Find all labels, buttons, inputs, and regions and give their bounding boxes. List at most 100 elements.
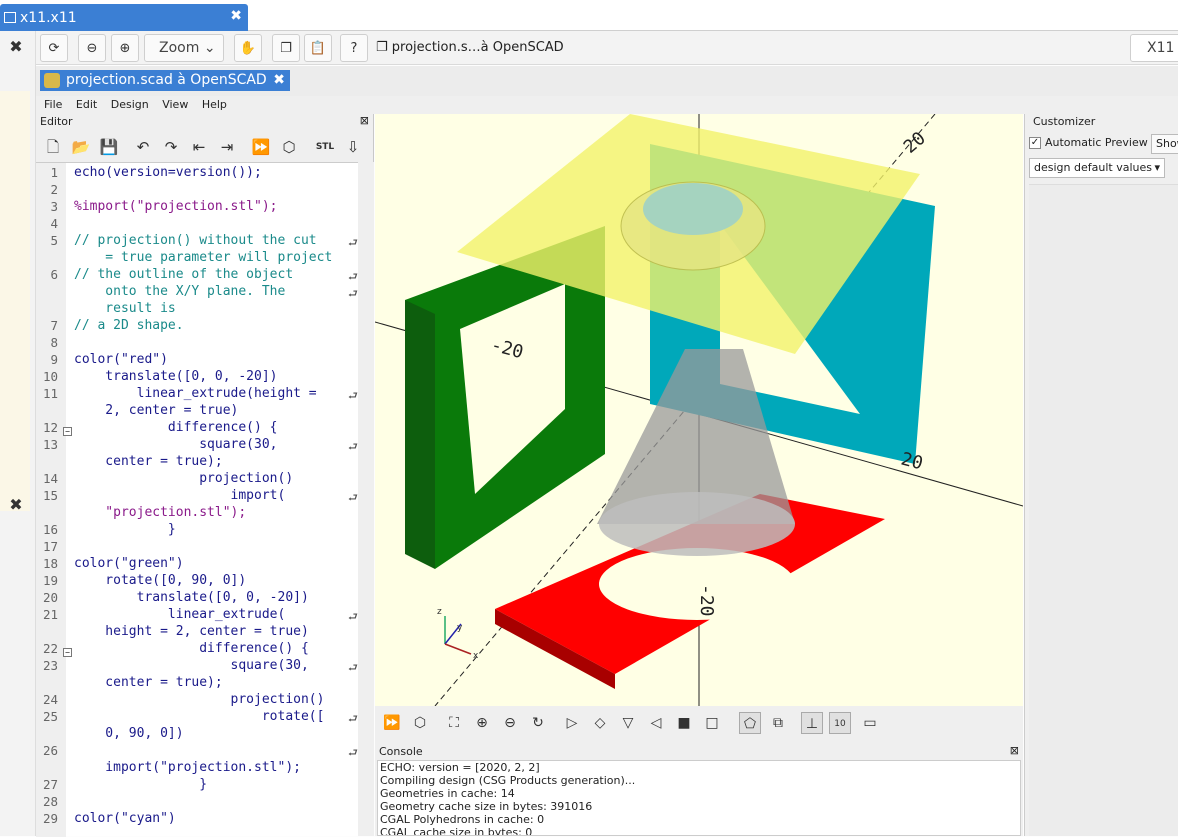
line-number: 15 — [42, 488, 58, 503]
copy-button[interactable]: ❐ — [272, 34, 300, 62]
line-number: 13 — [42, 437, 58, 452]
render-icon[interactable]: ⬡ — [409, 712, 431, 734]
indent-icon[interactable]: ⇥ — [216, 136, 238, 158]
line-number: 4 — [50, 216, 58, 231]
paste-button[interactable]: 📋 — [304, 34, 332, 62]
code-line: rotate([ — [74, 709, 325, 724]
code-line: square(30, — [74, 437, 278, 452]
zoom-in-icon: ⊕ — [119, 40, 131, 56]
refresh-button[interactable]: ⟳ — [40, 34, 68, 62]
code-line: color("green") — [74, 556, 184, 571]
show-scale-markers-icon[interactable]: 10 — [829, 712, 851, 734]
close-window-button[interactable]: ✖ — [273, 70, 285, 91]
unindent-icon[interactable]: ⇤ — [188, 136, 210, 158]
tab-x11[interactable]: x11.x11 ✖ — [0, 4, 248, 31]
perspective-icon[interactable]: ⬠ — [739, 712, 761, 734]
zoom-out-icon[interactable]: ⊖ — [499, 712, 521, 734]
code-line: echo(version=version()); — [74, 165, 262, 180]
reset-view-icon[interactable]: ↻ — [527, 712, 549, 734]
view-right-icon[interactable]: ▷ — [561, 712, 583, 734]
code-line: projection() — [74, 471, 294, 486]
send-to-print-icon[interactable]: ⇩ — [342, 136, 364, 158]
export-stl-icon[interactable]: STL — [314, 136, 336, 158]
cone-base — [599, 492, 795, 556]
show-edges-icon[interactable]: ▭ — [859, 712, 881, 734]
redo-icon[interactable]: ↷ — [160, 136, 182, 158]
zoom-in-icon[interactable]: ⊕ — [471, 712, 493, 734]
show-details-button[interactable]: Show — [1151, 134, 1178, 154]
menu-file[interactable]: File — [44, 98, 62, 111]
menu-help[interactable]: Help — [202, 98, 227, 111]
green-frame-side — [405, 300, 435, 569]
console-output[interactable]: ECHO: version = [2020, 2, 2] Compiling d… — [377, 760, 1021, 836]
3d-viewport[interactable]: -20 20 -20 20 z y x — [375, 114, 1023, 706]
zoom-select[interactable]: Zoom ⌄ — [144, 34, 224, 62]
wrap-indicator-icon: ⮐ — [348, 389, 358, 402]
automatic-preview-toggle[interactable]: ✓ Automatic Preview — [1029, 136, 1148, 149]
save-icon[interactable]: 💾 — [98, 136, 120, 158]
chevron-down-icon: ▾ — [1154, 161, 1160, 174]
preset-select[interactable]: design default values ▾ — [1029, 158, 1165, 178]
editor-scrollbar[interactable] — [358, 162, 374, 836]
editor-toolbar: 🗋 📂 💾 ↶ ↷ ⇤ ⇥ ⏩ ⬡ STL ⇩ — [36, 132, 374, 162]
view-front-icon[interactable]: ■ — [673, 712, 695, 734]
zoom-out-button[interactable]: ⊖ — [78, 34, 106, 62]
code-line: rotate([0, 90, 0]) — [74, 573, 247, 588]
display-field[interactable]: X11 — [1130, 34, 1178, 62]
console-close-button[interactable]: ⊠ — [1010, 744, 1019, 757]
openscad-logo-icon — [44, 73, 60, 88]
console-line: Geometry cache size in bytes: 391016 — [380, 799, 593, 813]
outer-toolbar: ⟳ ⊖ ⊕ Zoom ⌄ ✋ ❐ 📋 ? ❐ projection.s…à Op… — [36, 31, 1178, 65]
pan-button[interactable]: ✋ — [234, 34, 262, 62]
menu-view[interactable]: View — [162, 98, 188, 111]
tick-label-z-neg20: -20 — [696, 584, 717, 617]
fold-marker[interactable]: − — [63, 427, 72, 436]
view-bottom-icon[interactable]: ▽ — [617, 712, 639, 734]
tab-x11-label: x11.x11 — [20, 9, 77, 26]
code-line: // projection() without the cut — [74, 233, 317, 248]
preview-icon[interactable]: ⏩ — [250, 136, 272, 158]
menu-design[interactable]: Design — [111, 98, 149, 111]
close-panel-button-2[interactable]: ✖ — [6, 495, 26, 515]
wrap-indicator-icon: ⮐ — [348, 491, 358, 504]
undo-icon[interactable]: ↶ — [132, 136, 154, 158]
line-number: 10 — [42, 369, 58, 384]
console-line: Geometries in cache: 14 — [380, 786, 515, 800]
code-line: } — [74, 522, 176, 537]
chevron-down-icon: ⌄ — [203, 40, 216, 56]
code-line: // a 2D shape. — [74, 318, 184, 333]
new-file-icon[interactable]: 🗋 — [42, 136, 64, 158]
menu-edit[interactable]: Edit — [76, 98, 97, 111]
help-icon: ? — [350, 40, 358, 56]
zoom-in-button[interactable]: ⊕ — [111, 34, 139, 62]
preview-icon[interactable]: ⏩ — [381, 712, 403, 734]
code-line: import("projection.stl"); — [74, 760, 301, 775]
code-line: center = true); — [74, 454, 223, 469]
editor-close-button[interactable]: ⊠ — [360, 114, 369, 127]
view-back-icon[interactable]: □ — [701, 712, 723, 734]
show-axes-icon[interactable]: ⊥ — [801, 712, 823, 734]
menu-bar: File Edit Design View Help — [36, 96, 1178, 114]
view-top-icon[interactable]: ◇ — [589, 712, 611, 734]
left-dock-strip: ✖ ✖ — [0, 31, 36, 836]
view-left-icon[interactable]: ◁ — [645, 712, 667, 734]
window-tab[interactable]: projection.scad à OpenSCAD ✖ — [40, 70, 290, 91]
code-editor[interactable]: 1 2 3 4 5 6 7 8 9 10 11 12 13 14 15 16 17 18 19 20 21 22 23 24 2… — [36, 162, 358, 837]
code-line: difference() { — [74, 420, 278, 435]
open-folder-icon[interactable]: 📂 — [70, 136, 92, 158]
close-tab-button[interactable]: ✖ — [230, 8, 242, 24]
code-line: square(30, — [74, 658, 309, 673]
help-button[interactable]: ? — [340, 34, 368, 62]
line-number: 18 — [42, 556, 58, 571]
render-icon[interactable]: ⬡ — [278, 136, 300, 158]
close-panel-button[interactable]: ✖ — [6, 37, 26, 57]
window-icon — [4, 12, 16, 23]
orthogonal-icon[interactable]: ⧉ — [767, 712, 789, 734]
preset-value: design default values — [1034, 161, 1152, 174]
automatic-preview-label: Automatic Preview — [1045, 136, 1148, 149]
wrap-indicator-icon: ⮐ — [348, 287, 358, 300]
fold-marker[interactable]: − — [63, 648, 72, 657]
checkbox-icon[interactable]: ✓ — [1029, 136, 1041, 149]
line-number: 23 — [42, 658, 58, 673]
view-all-icon[interactable]: ⛶ — [443, 712, 465, 734]
